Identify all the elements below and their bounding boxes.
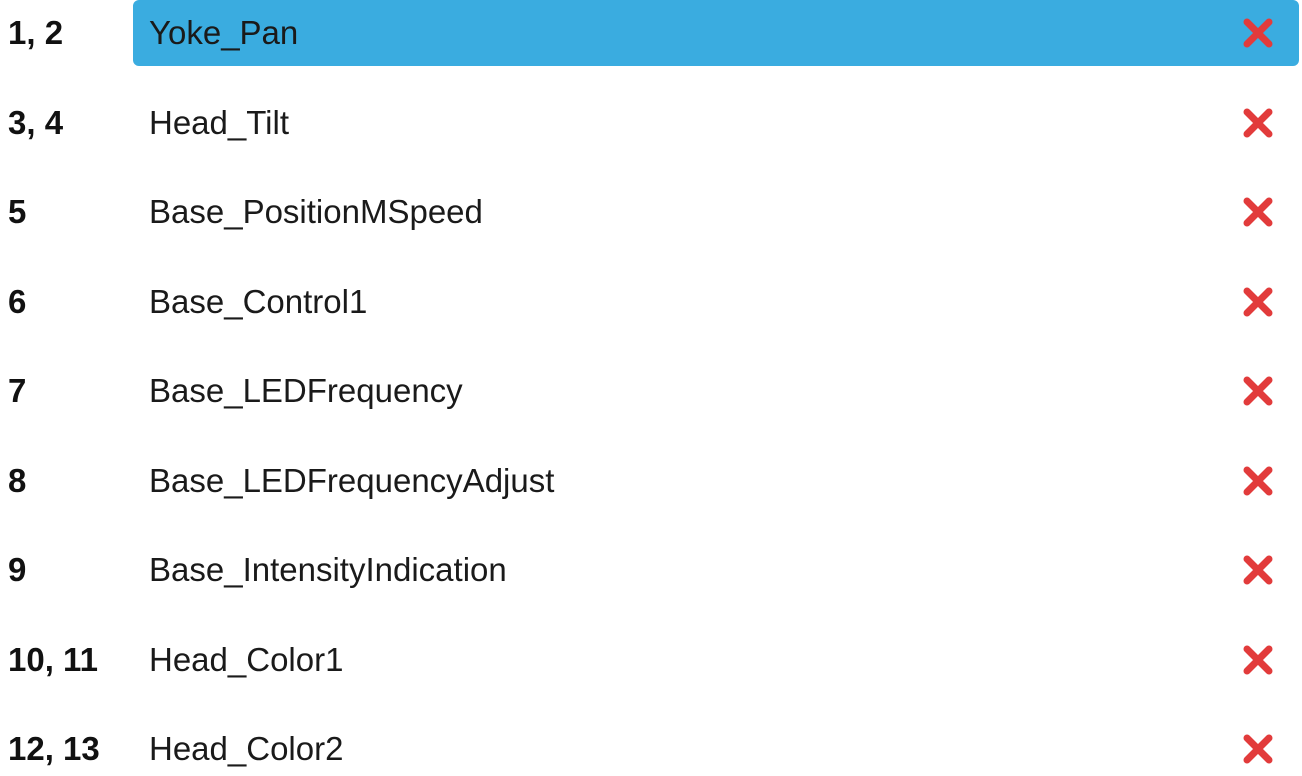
channel-name: Head_Color2 [149, 730, 344, 767]
list-item[interactable]: 12, 13 Head_Color2 [0, 716, 1302, 776]
close-icon[interactable] [1238, 371, 1278, 411]
list-item[interactable]: 3, 4 Head_Tilt [0, 90, 1302, 156]
channel-list: 1, 2 Yoke_Pan 3, 4 Head_Tilt 5 Base_Posi… [0, 0, 1302, 776]
list-item[interactable]: 10, 11 Head_Color1 [0, 627, 1302, 693]
close-icon[interactable] [1238, 461, 1278, 501]
list-item[interactable]: 9 Base_IntensityIndication [0, 537, 1302, 603]
close-icon[interactable] [1238, 192, 1278, 232]
close-icon[interactable] [1238, 282, 1278, 322]
close-icon[interactable] [1238, 550, 1278, 590]
channel-name: Head_Color1 [149, 641, 344, 678]
list-item[interactable]: 8 Base_LEDFrequencyAdjust [0, 448, 1302, 514]
channel-number: 3, 4 [8, 104, 64, 141]
channel-number: 5 [8, 193, 27, 230]
channel-name: Base_LEDFrequencyAdjust [149, 462, 555, 499]
selection-highlight [133, 0, 1299, 66]
list-item[interactable]: 6 Base_Control1 [0, 269, 1302, 335]
channel-name: Base_LEDFrequency [149, 372, 463, 409]
channel-number: 9 [8, 551, 27, 588]
channel-number: 6 [8, 283, 27, 320]
close-icon[interactable] [1238, 640, 1278, 680]
channel-number: 1, 2 [8, 14, 64, 51]
list-item[interactable]: 5 Base_PositionMSpeed [0, 179, 1302, 245]
channel-name: Yoke_Pan [149, 14, 299, 51]
list-item[interactable]: 1, 2 Yoke_Pan [0, 0, 1302, 66]
channel-name: Head_Tilt [149, 104, 290, 141]
channel-name: Base_Control1 [149, 283, 368, 320]
channel-number: 12, 13 [8, 730, 100, 767]
channel-number: 10, 11 [8, 641, 98, 678]
close-icon[interactable] [1238, 729, 1278, 769]
close-icon[interactable] [1238, 13, 1278, 53]
channel-name: Base_PositionMSpeed [149, 193, 483, 230]
channel-name: Base_IntensityIndication [149, 551, 507, 588]
channel-number: 7 [8, 372, 27, 409]
close-icon[interactable] [1238, 103, 1278, 143]
channel-number: 8 [8, 462, 27, 499]
list-item[interactable]: 7 Base_LEDFrequency [0, 358, 1302, 424]
